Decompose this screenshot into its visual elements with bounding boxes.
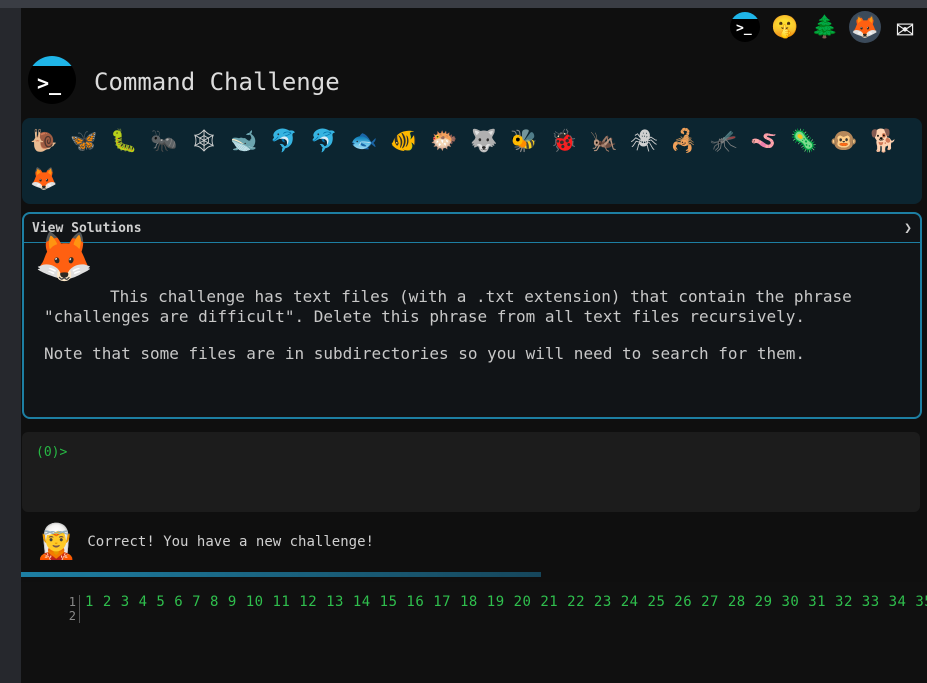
editor-line-1[interactable]: 1 2 3 4 5 6 7 8 9 10 11 12 13 14 15 16 1… — [85, 594, 927, 610]
challenge-badge-icon[interactable]: 🐋 — [224, 122, 264, 160]
chevron-right-icon: ❯ — [904, 220, 912, 236]
challenge-badge-icon[interactable]: 🐬 — [304, 122, 344, 160]
challenge-badge-icon[interactable]: 🐜 — [144, 122, 184, 160]
challenge-badge-icon[interactable]: 🐬 — [264, 122, 304, 160]
status-message: 🧝 Correct! You have a new challenge! — [35, 522, 374, 562]
progress-bar — [21, 572, 541, 577]
browser-top-strip — [0, 0, 927, 8]
left-gutter — [0, 8, 21, 683]
terminal-icon[interactable]: >_ — [729, 11, 761, 43]
challenge-badge-icon[interactable]: 🐟 — [344, 122, 384, 160]
badge-bar: 🐌 🦋 🐛 🐜 🕸 🐋 🐬 🐬 🐟 🐠 🐡 🐺 🐝 🐞 🦗 🕷 🦂 🦟 🪱 🦠 🐵 🐕 🦊 — [22, 118, 922, 204]
header-links: >_ 🤫 🌲 🦊 ✉ — [729, 10, 921, 45]
envelope-icon[interactable]: ✉ — [889, 10, 921, 45]
solutions-panel: View Solutions ❯ 🦊 This challenge has te… — [22, 212, 922, 419]
challenge-badge-icon[interactable]: 🕷 — [624, 122, 664, 160]
status-text: Correct! You have a new challenge! — [87, 534, 374, 550]
tree-icon[interactable]: 🌲 — [809, 11, 841, 43]
challenge-badge-icon[interactable]: 🦊 — [24, 160, 64, 198]
code-editor[interactable]: 1 2 1 2 3 4 5 6 7 8 9 10 11 12 13 14 15 … — [21, 582, 927, 683]
challenge-badge-icon[interactable]: 🐕 — [864, 122, 904, 160]
challenge-badge-icon[interactable]: 🦂 — [664, 122, 704, 160]
challenge-badge-icon[interactable]: 🐠 — [384, 122, 424, 160]
challenge-badge-icon[interactable]: 🕸 — [184, 122, 224, 160]
terminal-prompt: (0)> — [36, 445, 68, 460]
challenge-badge-icon[interactable]: 🐡 — [424, 122, 464, 160]
challenge-badge-icon[interactable]: 🐌 — [24, 122, 64, 160]
line-numbers: 1 2 — [60, 595, 80, 623]
elf-avatar-icon: 🧝 — [35, 522, 78, 562]
challenge-badge-icon[interactable]: 🐺 — [464, 122, 504, 160]
main-panel: >_ 🤫 🌲 🦊 ✉ >_ Command Challenge 🐌 🦋 🐛 🐜 🕸 🐋 🐬 🐬… — [21, 8, 927, 683]
view-solutions-toggle[interactable]: View Solutions ❯ — [24, 214, 920, 243]
challenge-note: Note that some files are in subdirectori… — [44, 344, 805, 363]
shushing-face-icon[interactable]: 🤫 — [769, 11, 801, 43]
challenge-badge-icon[interactable]: 🦟 — [704, 122, 744, 160]
challenge-text: This challenge has text files (with a .t… — [44, 287, 852, 326]
challenge-badge-icon[interactable]: 🐞 — [544, 122, 584, 160]
terminal-logo-icon[interactable]: >_ — [28, 56, 76, 104]
challenge-badge-icon[interactable]: 🪱 — [744, 122, 784, 160]
gitlab-icon[interactable]: 🦊 — [849, 11, 881, 43]
challenge-badge-icon[interactable]: 🦠 — [784, 122, 824, 160]
challenge-badge-icon[interactable]: 🐝 — [504, 122, 544, 160]
challenge-badge-icon[interactable]: 🐛 — [104, 122, 144, 160]
page-title: Command Challenge — [94, 68, 340, 96]
challenge-badge-icon[interactable]: 🦋 — [64, 122, 104, 160]
challenge-description: 🦊 This challenge has text files (with a … — [24, 229, 920, 386]
challenge-badge-icon[interactable]: 🐵 — [824, 122, 864, 160]
terminal-input[interactable]: (0)> — [22, 432, 920, 512]
badge-grid: 🐌 🦋 🐛 🐜 🕸 🐋 🐬 🐬 🐟 🐠 🐡 🐺 🐝 🐞 🦗 🕷 🦂 🦟 🪱 🦠 🐵 🐕 🦊 — [22, 118, 922, 202]
challenge-badge-icon[interactable]: 🦗 — [584, 122, 624, 160]
fox-avatar-icon: 🦊 — [34, 229, 94, 285]
